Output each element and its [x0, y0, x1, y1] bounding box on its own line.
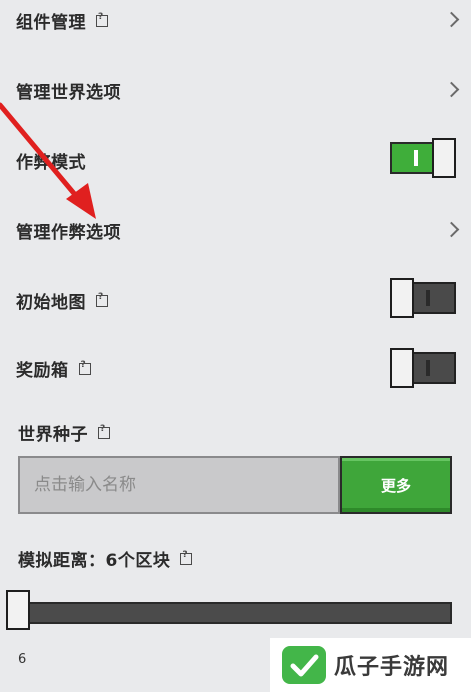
simulation-distance-value: 6	[18, 652, 27, 667]
chevron-right-icon	[443, 11, 460, 28]
world-seed-field[interactable]	[18, 456, 340, 514]
more-button[interactable]: 更多	[340, 456, 452, 514]
watermark-banner: 瓜子手游网	[270, 638, 471, 692]
watermark-text: 瓜子手游网	[334, 655, 450, 680]
bonus-chest-toggle[interactable]	[390, 348, 456, 388]
world-seed-input[interactable]	[20, 458, 338, 512]
help-icon[interactable]	[98, 424, 110, 439]
toggle-knob[interactable]	[390, 278, 414, 318]
bonus-chest-row: 奖励箱	[0, 346, 471, 388]
starting-map-row: 初始地图	[0, 278, 471, 318]
chevron-right-icon	[443, 221, 460, 238]
simulation-distance-slider-thumb[interactable]	[6, 590, 30, 630]
red-arrow-annotation	[0, 102, 96, 219]
starting-map-toggle[interactable]	[390, 278, 456, 318]
toggle-off-mark	[426, 290, 430, 306]
simulation-distance-label: 模拟距离：6个区块	[18, 546, 193, 571]
toggle-on-mark	[414, 150, 418, 166]
melon-seed-logo-icon	[282, 646, 326, 684]
component-management-label: 组件管理	[16, 8, 108, 33]
bonus-chest-label: 奖励箱	[16, 356, 91, 381]
toggle-knob[interactable]	[390, 348, 414, 388]
toggle-knob[interactable]	[432, 138, 456, 178]
component-management-row[interactable]: 组件管理	[0, 0, 471, 40]
help-icon[interactable]	[96, 12, 108, 27]
simulation-distance-slider-track[interactable]	[16, 602, 452, 624]
toggle-off-mark	[426, 360, 430, 376]
starting-map-label: 初始地图	[16, 288, 108, 313]
help-icon[interactable]	[78, 360, 91, 375]
cheat-mode-toggle[interactable]	[390, 138, 456, 178]
world-seed-label: 世界种子	[18, 420, 110, 445]
help-icon[interactable]	[180, 550, 193, 565]
chevron-right-icon	[443, 81, 460, 98]
help-icon[interactable]	[96, 292, 108, 307]
